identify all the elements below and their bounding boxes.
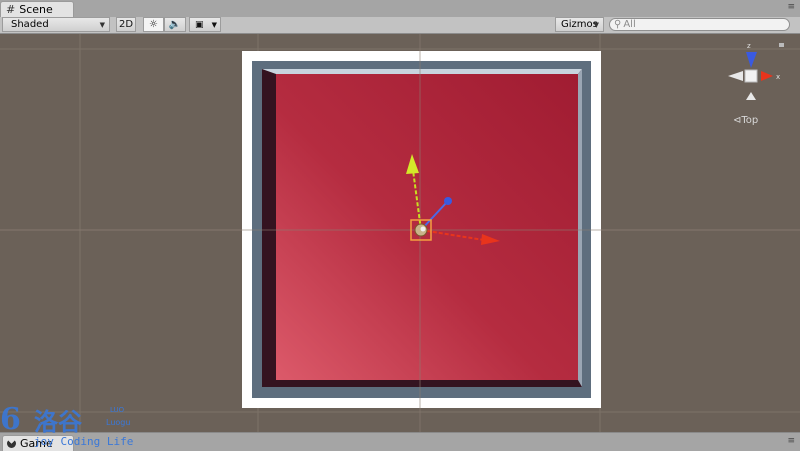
- render-mode-dropdown[interactable]: Shaded ▼: [2, 17, 110, 32]
- mode-2d-label: 2D: [118, 19, 134, 30]
- chevron-down-icon: ▼: [211, 21, 217, 29]
- view-label-text: Top: [741, 115, 759, 126]
- image-icon: ▣: [195, 19, 204, 30]
- effects-dropdown[interactable]: ▣ ▼: [189, 17, 221, 32]
- tab-scene-label: Scene: [19, 3, 53, 16]
- gizmos-label: Gizmos: [561, 19, 598, 30]
- search-field[interactable]: ⚲: [609, 18, 790, 31]
- orientation-gizmo[interactable]: z x: [728, 42, 784, 100]
- view-label[interactable]: ⊲Top: [733, 115, 758, 126]
- window-menu-icon[interactable]: ≡: [787, 3, 794, 12]
- tab-game-label: Game: [20, 437, 53, 450]
- sun-icon: ☼: [149, 19, 158, 30]
- render-mode-value: Shaded: [11, 19, 49, 30]
- lock-icon: [779, 43, 784, 47]
- chevron-down-icon: ▼: [593, 21, 599, 29]
- center-cube-icon: [744, 69, 758, 83]
- x-cone-icon: [761, 71, 773, 81]
- audio-toggle[interactable]: 🔈: [164, 17, 186, 32]
- mode-2d-button[interactable]: 2D: [116, 17, 136, 32]
- neg-z-cone-icon: [746, 92, 756, 100]
- tab-game[interactable]: Game: [2, 435, 74, 451]
- svg-text:x: x: [776, 73, 780, 81]
- neg-x-cone-icon: [728, 71, 743, 81]
- search-input[interactable]: [623, 19, 774, 30]
- scene-viewport[interactable]: z x ⊲Top: [0, 34, 800, 432]
- z-cone-icon: [746, 52, 757, 68]
- z-axis-handle-icon: [444, 197, 452, 205]
- gizmos-dropdown[interactable]: Gizmos ▼: [555, 17, 604, 32]
- scene-canvas[interactable]: z x: [0, 34, 800, 432]
- bottom-tab-strip: Game ≡: [0, 432, 800, 451]
- chevron-down-icon: ▼: [99, 21, 105, 29]
- tab-scene[interactable]: # Scene: [0, 1, 74, 17]
- game-icon: [7, 439, 16, 448]
- scene-toolbar: Shaded ▼ 2D ☼ 🔈 ▣ ▼ Gizmos ▼ ⚲: [0, 17, 800, 34]
- search-icon: ⚲: [614, 19, 622, 30]
- lighting-toggle[interactable]: ☼: [143, 17, 164, 32]
- window-menu-icon[interactable]: ≡: [787, 437, 794, 446]
- window-tab-strip: # Scene ≡: [0, 0, 800, 18]
- speaker-icon: 🔈: [168, 19, 182, 30]
- svg-text:z: z: [747, 42, 751, 50]
- scene-grid-icon: #: [6, 3, 16, 16]
